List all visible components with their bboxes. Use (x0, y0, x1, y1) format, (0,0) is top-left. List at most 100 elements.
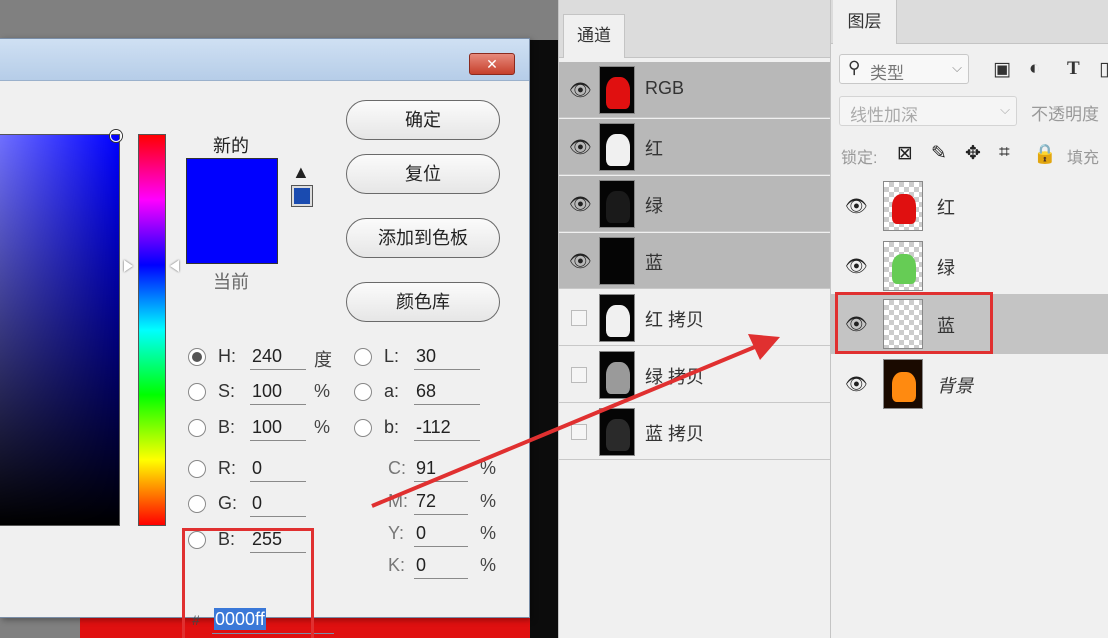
brightness-radio[interactable] (188, 419, 206, 437)
lock-artboard-icon[interactable]: ⌗ (999, 142, 1010, 164)
green-radio[interactable] (188, 495, 206, 513)
hue-slider-left-handle[interactable] (124, 260, 133, 272)
layer-filter-select[interactable]: ⚲ 类型 ⌵ (839, 54, 969, 84)
visibility-checkbox[interactable] (571, 424, 587, 440)
layer-name: 红 (937, 198, 955, 218)
lock-brush-icon[interactable]: ✎ (931, 142, 947, 165)
eye-icon[interactable]: 👁 (569, 251, 592, 272)
saturation-radio[interactable] (188, 383, 206, 401)
warning-triangle-icon[interactable]: ▲ (292, 162, 310, 183)
dialog-titlebar: ✕ (0, 39, 529, 81)
hue-radio[interactable] (188, 348, 206, 366)
eye-icon[interactable]: 👁 (569, 80, 592, 101)
red-label: R: (218, 458, 236, 478)
image-filter-icon[interactable]: ▣ (993, 58, 1011, 81)
color-field[interactable] (0, 134, 120, 526)
eye-icon[interactable]: 👁 (845, 374, 868, 395)
channel-row-blue-copy[interactable]: 蓝 拷贝 (559, 404, 831, 460)
channel-row-red-copy[interactable]: 红 拷贝 (559, 290, 831, 346)
cyan-label: C: (388, 458, 406, 478)
color-libraries-button[interactable]: 颜色库 (346, 282, 500, 322)
brightness-label: B: (218, 417, 236, 437)
lab-b-input[interactable]: -112 (414, 415, 480, 441)
red-radio[interactable] (188, 460, 206, 478)
lock-position-icon[interactable]: ✥ (965, 142, 981, 165)
hue-unit: 度 (314, 350, 332, 370)
ok-button[interactable]: 确定 (346, 100, 500, 140)
chevron-down-icon: ⌵ (952, 60, 962, 75)
brightness-unit: % (314, 417, 331, 437)
channel-thumbnail (599, 66, 635, 114)
tab-layers[interactable]: 图层 (833, 0, 897, 44)
lab-l-radio[interactable] (354, 348, 372, 366)
new-color-swatch (186, 158, 278, 210)
yellow-input[interactable]: 0 (414, 521, 468, 547)
reset-button[interactable]: 复位 (346, 154, 500, 194)
hue-slider[interactable] (138, 134, 166, 526)
layer-row-green[interactable]: 👁 绿 (831, 236, 1108, 296)
hue-input[interactable]: 240 (250, 344, 306, 370)
channel-name: 蓝 (645, 253, 663, 273)
magenta-unit: % (480, 491, 497, 511)
lab-l-input[interactable]: 30 (414, 344, 480, 370)
tab-channels[interactable]: 通道 (563, 14, 625, 58)
fill-label: 填充 (1067, 150, 1100, 167)
layer-name: 绿 (937, 258, 955, 278)
magenta-input[interactable]: 72 (414, 489, 468, 515)
type-filter-icon[interactable]: T (1067, 58, 1080, 80)
hue-label: H: (218, 346, 236, 366)
lock-transparency-icon[interactable]: ⊠ (897, 142, 913, 165)
hue-slider-right-handle[interactable] (170, 260, 179, 272)
current-color-swatch[interactable] (186, 210, 278, 264)
channel-row-green[interactable]: 👁 绿 (559, 176, 831, 232)
channel-row-blue[interactable]: 👁 蓝 (559, 233, 831, 289)
adjustment-filter-icon[interactable]: ◐ (1029, 58, 1040, 80)
rgb-highlight-box (182, 528, 314, 638)
red-input[interactable]: 0 (250, 456, 306, 482)
channel-row-red[interactable]: 👁 红 (559, 119, 831, 175)
saturation-input[interactable]: 100 (250, 379, 306, 405)
dialog-body: 新的 当前 ▲ 确定 复位 添加到色板 颜色库 H: 240 度 S: 100 … (0, 82, 529, 638)
lock-row: 锁定: ⊠ ✎ ✥ ⌗ 🔒 填充 (831, 138, 1108, 172)
shape-filter-icon[interactable]: ▯ (1099, 58, 1108, 81)
eye-icon[interactable]: 👁 (845, 256, 868, 277)
lab-b-label: b: (384, 417, 400, 437)
cyan-input[interactable]: 91 (414, 456, 468, 482)
eye-icon[interactable]: 👁 (569, 137, 592, 158)
close-button[interactable]: ✕ (469, 53, 515, 75)
cyan-unit: % (480, 458, 497, 478)
eye-icon[interactable]: 👁 (569, 194, 592, 215)
lab-a-label: a: (384, 381, 400, 401)
channel-name: 绿 拷贝 (645, 367, 705, 387)
brightness-input[interactable]: 100 (250, 415, 306, 441)
lock-all-icon[interactable]: 🔒 (1033, 142, 1057, 166)
layers-panel: 图层 ⚲ 类型 ⌵ ▣ ◐ T ▯ 线性加深 ⌵ 不透明度 锁定: ⊠ ✎ ✥ … (830, 0, 1108, 638)
layer-thumbnail (883, 359, 923, 409)
new-color-label: 新的 (213, 136, 249, 156)
channel-name: 绿 (645, 196, 663, 216)
add-to-swatches-button[interactable]: 添加到色板 (346, 218, 500, 258)
color-field-marker[interactable] (110, 130, 122, 142)
black-input[interactable]: 0 (414, 553, 468, 579)
channel-thumbnail (599, 351, 635, 399)
layer-row-red[interactable]: 👁 红 (831, 176, 1108, 236)
lab-b-radio[interactable] (354, 419, 372, 437)
layers-tabbar: 图层 (831, 0, 1108, 44)
visibility-checkbox[interactable] (571, 367, 587, 383)
lab-a-input[interactable]: 68 (414, 379, 480, 405)
channel-row-rgb[interactable]: 👁 RGB (559, 62, 831, 118)
layer-row-background[interactable]: 👁 背景 (831, 354, 1108, 414)
green-input[interactable]: 0 (250, 491, 306, 517)
lab-a-radio[interactable] (354, 383, 372, 401)
blend-mode-value: 线性加深 (850, 106, 918, 125)
layer-name: 背景 (937, 376, 973, 396)
visibility-checkbox[interactable] (571, 310, 587, 326)
channel-row-green-copy[interactable]: 绿 拷贝 (559, 347, 831, 403)
blend-mode-select[interactable]: 线性加深 ⌵ (839, 96, 1017, 126)
chevron-down-icon: ⌵ (1000, 102, 1010, 117)
gamut-color-swatch[interactable] (291, 185, 313, 207)
channel-name: 蓝 拷贝 (645, 424, 705, 444)
color-picker-dialog: ✕ 新的 当前 ▲ 确定 复位 添加到色板 颜色库 H: 240 度 S: 10… (0, 38, 530, 638)
eye-icon[interactable]: 👁 (845, 196, 868, 217)
saturation-label: S: (218, 381, 236, 401)
